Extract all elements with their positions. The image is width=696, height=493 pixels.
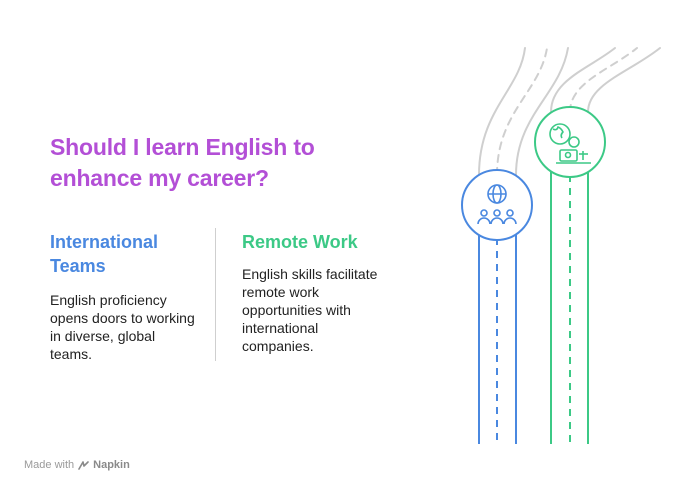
globe-laptop-icon (534, 106, 606, 178)
made-with-napkin[interactable]: Made with Napkin (24, 459, 130, 471)
globe-people-icon (461, 169, 533, 241)
road-diagram (461, 47, 661, 444)
gray-road-right (550, 47, 661, 113)
napkin-brand-label: Napkin (93, 459, 130, 471)
green-road (550, 142, 589, 444)
made-with-label: Made with (24, 459, 75, 471)
napkin-logo-icon (78, 460, 89, 470)
